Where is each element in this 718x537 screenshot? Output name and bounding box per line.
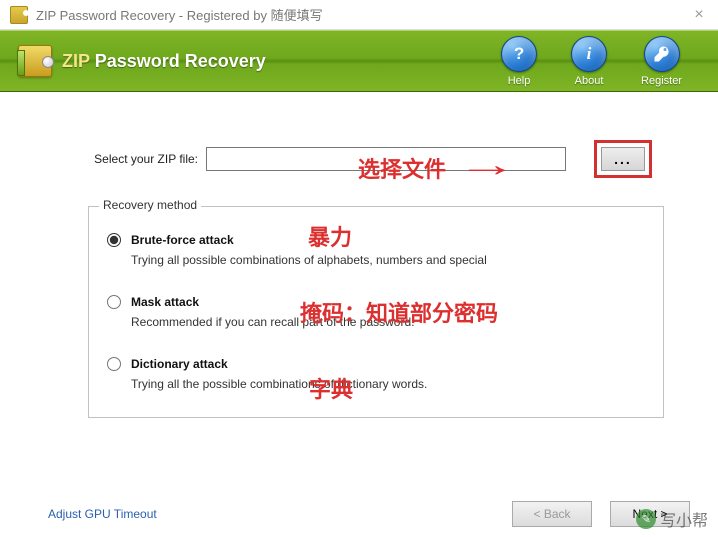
dict-option[interactable]: Dictionary attack	[107, 357, 645, 371]
zip-file-input[interactable]	[206, 147, 566, 171]
file-label: Select your ZIP file:	[70, 152, 198, 166]
browse-highlight: ...	[594, 140, 652, 178]
register-label: Register	[641, 75, 682, 87]
product-prefix: ZIP	[62, 51, 90, 71]
option-mask: Mask attack Recommended if you can recal…	[107, 295, 645, 329]
recovery-method-group: Recovery method Brute-force attack Tryin…	[88, 206, 664, 418]
about-label: About	[575, 75, 604, 87]
brute-force-radio[interactable]	[107, 233, 121, 247]
zip-folder-icon	[18, 45, 52, 77]
mask-radio[interactable]	[107, 295, 121, 309]
brute-force-option[interactable]: Brute-force attack	[107, 233, 645, 247]
about-button[interactable]: i About	[571, 36, 607, 87]
dict-desc: Trying all the possible combinations of …	[131, 377, 645, 391]
window-title: ZIP Password Recovery - Registered by 随便…	[36, 5, 684, 24]
brute-force-desc: Trying all possible combinations of alph…	[131, 253, 645, 267]
brute-force-label: Brute-force attack	[131, 233, 234, 247]
mask-label: Mask attack	[131, 295, 199, 309]
product-rest: Password Recovery	[90, 51, 266, 71]
option-dict: Dictionary attack Trying all the possibl…	[107, 357, 645, 391]
gpu-timeout-link[interactable]: Adjust GPU Timeout	[28, 507, 157, 521]
back-button[interactable]: < Back	[512, 501, 592, 527]
content-area: Select your ZIP file: ... Recovery metho…	[0, 92, 718, 418]
help-button[interactable]: ? Help	[501, 36, 537, 87]
option-brute: Brute-force attack Trying all possible c…	[107, 233, 645, 267]
titlebar: ZIP Password Recovery - Registered by 随便…	[0, 0, 718, 30]
wechat-icon: ✎	[636, 509, 656, 529]
help-icon: ?	[501, 36, 537, 72]
dict-radio[interactable]	[107, 357, 121, 371]
mask-option[interactable]: Mask attack	[107, 295, 645, 309]
product-name: ZIP Password Recovery	[62, 51, 266, 72]
app-icon	[10, 6, 28, 24]
footer: Adjust GPU Timeout < Back Next >	[0, 501, 718, 527]
browse-button[interactable]: ...	[601, 147, 645, 171]
file-row: Select your ZIP file: ...	[70, 140, 690, 178]
about-icon: i	[571, 36, 607, 72]
banner: ZIP Password Recovery ? Help i About Reg…	[0, 30, 718, 92]
watermark-text: 写小帮	[660, 507, 708, 531]
close-button[interactable]: ×	[684, 6, 714, 24]
product-logo: ZIP Password Recovery	[18, 45, 266, 77]
group-title: Recovery method	[99, 198, 201, 212]
toolbar-buttons: ? Help i About Register	[501, 36, 700, 87]
register-icon	[644, 36, 680, 72]
dict-label: Dictionary attack	[131, 357, 228, 371]
register-button[interactable]: Register	[641, 36, 682, 87]
watermark: ✎ 写小帮	[636, 507, 708, 531]
help-label: Help	[508, 75, 531, 87]
mask-desc: Recommended if you can recall part of th…	[131, 315, 645, 329]
